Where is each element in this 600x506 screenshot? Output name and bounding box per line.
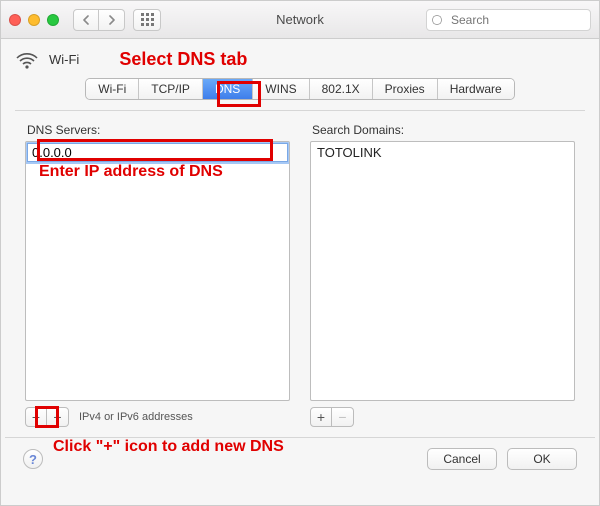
show-all-button[interactable] xyxy=(133,9,161,31)
search-input[interactable] xyxy=(426,9,591,31)
forward-button[interactable] xyxy=(99,9,125,31)
wifi-label: Wi-Fi xyxy=(49,52,79,67)
tab-segmented-control: Wi-Fi TCP/IP DNS WINS 802.1X Proxies Har… xyxy=(85,78,514,100)
ok-button[interactable]: OK xyxy=(507,448,577,470)
titlebar: Network xyxy=(1,1,599,39)
search-domains-list[interactable]: TOTOLINK xyxy=(310,141,575,401)
grid-icon xyxy=(141,13,154,26)
tab-dns[interactable]: DNS xyxy=(203,79,253,99)
cancel-button[interactable]: Cancel xyxy=(427,448,497,470)
annotation-select-dns-tab: Select DNS tab xyxy=(119,49,247,70)
back-button[interactable] xyxy=(73,9,99,31)
search-domain-entry[interactable]: TOTOLINK xyxy=(311,142,574,163)
tab-hardware[interactable]: Hardware xyxy=(438,79,514,99)
search-domains-column: Search Domains: TOTOLINK + − xyxy=(310,123,575,427)
zoom-window-button[interactable] xyxy=(47,14,59,26)
search-wrap xyxy=(426,9,591,31)
wifi-icon xyxy=(15,50,39,70)
sd-plusminus-row: + − xyxy=(310,407,575,427)
help-button[interactable]: ? xyxy=(23,449,43,469)
network-window: Network Wi-Fi Select DNS tab Wi-Fi TCP/I… xyxy=(0,0,600,506)
header-row: Wi-Fi Select DNS tab xyxy=(1,39,599,70)
dns-servers-label: DNS Servers: xyxy=(25,123,290,137)
dns-remove-button[interactable]: − xyxy=(47,407,69,427)
tab-bar: Wi-Fi TCP/IP DNS WINS 802.1X Proxies Har… xyxy=(15,78,585,100)
minimize-window-button[interactable] xyxy=(28,14,40,26)
sd-add-button[interactable]: + xyxy=(310,407,332,427)
dns-entry-input[interactable]: 0.0.0.0 xyxy=(27,143,288,162)
annotation-enter-ip: Enter IP address of DNS xyxy=(39,163,223,181)
annotation-click-plus: Click "+" icon to add new DNS xyxy=(53,438,284,456)
nav-buttons xyxy=(73,9,125,31)
search-domains-label: Search Domains: xyxy=(310,123,575,137)
tab-tcpip[interactable]: TCP/IP xyxy=(139,79,203,99)
tab-wifi[interactable]: Wi-Fi xyxy=(86,79,139,99)
tab-8021x[interactable]: 802.1X xyxy=(310,79,373,99)
dns-plusminus-row: + − IPv4 or IPv6 addresses xyxy=(25,407,290,427)
tab-wins[interactable]: WINS xyxy=(253,79,309,99)
panel-area: DNS Servers: 0.0.0.0 + − IPv4 or IPv6 ad… xyxy=(15,110,585,427)
sd-remove-button[interactable]: − xyxy=(332,407,354,427)
window-controls xyxy=(9,14,59,26)
dns-add-button[interactable]: + xyxy=(25,407,47,427)
dns-hint: IPv4 or IPv6 addresses xyxy=(79,411,193,423)
close-window-button[interactable] xyxy=(9,14,21,26)
tab-proxies[interactable]: Proxies xyxy=(373,79,438,99)
